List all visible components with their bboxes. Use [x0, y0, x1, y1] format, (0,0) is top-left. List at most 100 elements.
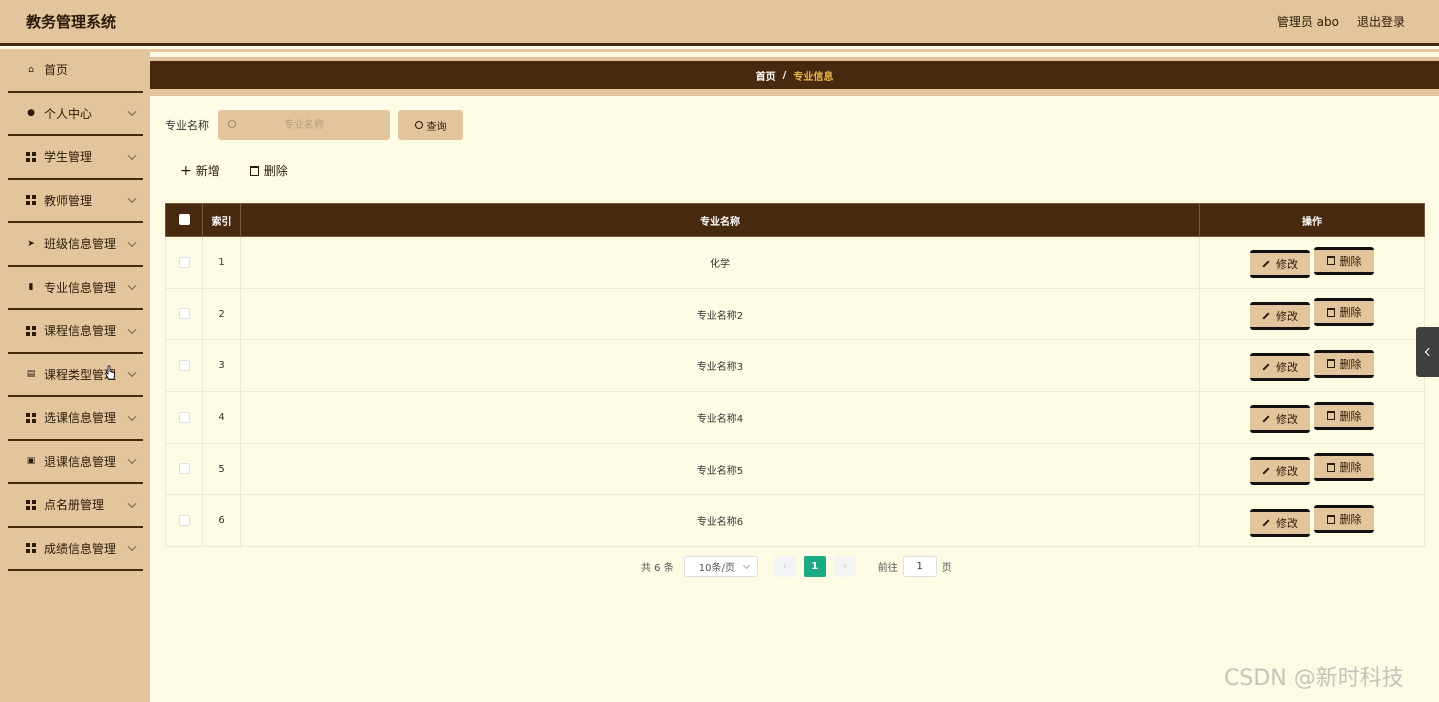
grid-icon	[26, 195, 36, 206]
bulk-delete-button[interactable]: 删除	[249, 162, 288, 179]
chevron-down-icon	[742, 561, 750, 570]
grid-icon	[26, 151, 36, 162]
delete-button[interactable]: 删除	[1314, 401, 1374, 430]
row-checkbox[interactable]	[178, 411, 190, 423]
grid-icon	[26, 543, 36, 554]
edit-button[interactable]: 修改	[1250, 405, 1310, 434]
edit-button[interactable]: 修改	[1250, 250, 1310, 279]
logout-link[interactable]: 退出登录	[1357, 13, 1405, 30]
breadcrumb-underline	[150, 89, 1439, 96]
delete-button[interactable]: 删除	[1314, 349, 1374, 378]
sidebar-item-class-info[interactable]: ➤ 班级信息管理	[8, 223, 143, 267]
row-checkbox[interactable]	[178, 308, 190, 320]
send-icon: ➤	[27, 238, 35, 249]
sidebar-item-student-management[interactable]: 学生管理	[8, 136, 143, 180]
edit-button-label: 修改	[1276, 464, 1298, 478]
chevron-down-icon	[127, 238, 137, 247]
user-icon: ●	[27, 108, 35, 119]
trash-icon	[1326, 514, 1335, 524]
select-all-checkbox[interactable]	[178, 214, 190, 226]
row-checkbox[interactable]	[178, 359, 190, 371]
table-row: 2 专业名称2 修改 删除	[165, 287, 1425, 341]
delete-button-label: 删除	[1339, 306, 1362, 320]
sidebar-item-course-type[interactable]: ▤ 课程类型管理	[8, 354, 143, 397]
next-page-button[interactable]: ›	[833, 556, 856, 577]
header-user-area: 管理员 abo 退出登录	[1277, 13, 1405, 30]
ticket-icon: ▮	[28, 282, 34, 293]
row-select-cell	[165, 494, 203, 548]
sidebar-item-label: 专业信息管理	[44, 280, 117, 295]
grid-icon	[26, 325, 36, 336]
page-size-select[interactable]: 10条/页	[683, 556, 758, 577]
table-row: 5 专业名称5 修改 删除	[165, 442, 1425, 496]
sidebar: ⌂ 首页 ● 个人中心 学生管理 教师管理 ➤ 班级信息管理 ▮ 专业信息管理 …	[0, 49, 150, 702]
column-header-actions: 操作	[1199, 203, 1425, 237]
edit-button[interactable]: 修改	[1250, 508, 1310, 537]
search-input[interactable]	[218, 110, 390, 140]
app-title: 教务管理系统	[26, 13, 117, 31]
sidebar-item-label: 点名册管理	[44, 498, 105, 513]
prev-page-button[interactable]: ‹	[773, 556, 796, 577]
row-checkbox[interactable]	[178, 256, 190, 268]
delete-button-label: 删除	[1339, 513, 1362, 527]
row-checkbox[interactable]	[178, 515, 190, 527]
breadcrumb: 首页 / 专业信息	[150, 61, 1439, 89]
row-major-name: 专业名称4	[240, 391, 1200, 444]
sidebar-item-teacher-management[interactable]: 教师管理	[8, 180, 143, 223]
delete-button[interactable]: 删除	[1314, 453, 1374, 482]
pencil-icon	[1262, 363, 1270, 372]
sidebar-item-course-selection[interactable]: 选课信息管理	[8, 397, 143, 441]
sidebar-item-roll-call[interactable]: 点名册管理	[8, 484, 143, 528]
breadcrumb-current: 专业信息	[793, 71, 834, 83]
collapse-panel-toggle[interactable]	[1416, 327, 1439, 377]
chevron-down-icon	[127, 107, 137, 117]
row-index: 6	[202, 494, 241, 548]
trash-icon	[249, 165, 259, 176]
row-index: 4	[202, 391, 241, 444]
pointer-cursor-icon	[105, 365, 115, 380]
row-major-name: 化学	[240, 236, 1200, 289]
major-table: 索引 专业名称 操作 1 化学 修改 删除 2 专业名称2 修改 删除 3 专业名称3 修改 删除 4 专…	[165, 203, 1425, 548]
page-number-current[interactable]: 1	[803, 556, 826, 577]
chevron-down-icon	[127, 281, 137, 291]
query-button[interactable]: 查询	[398, 110, 463, 140]
grid-icon	[26, 499, 36, 510]
row-checkbox[interactable]	[178, 463, 190, 475]
sidebar-item-major-info[interactable]: ▮ 专业信息管理	[8, 267, 143, 310]
delete-button[interactable]: 删除	[1314, 298, 1374, 327]
edit-button[interactable]: 修改	[1250, 353, 1310, 382]
add-button[interactable]: + 新增	[180, 162, 220, 179]
sidebar-item-course-info[interactable]: 课程信息管理	[8, 310, 143, 354]
row-actions: 修改 删除	[1199, 287, 1425, 341]
chevron-left-icon	[1424, 347, 1434, 357]
trash-icon	[1326, 411, 1335, 421]
sidebar-item-home[interactable]: ⌂ 首页	[8, 49, 143, 93]
edit-button[interactable]: 修改	[1250, 456, 1310, 485]
goto-suffix: 页	[941, 563, 952, 574]
sidebar-item-grades[interactable]: 成绩信息管理	[8, 528, 143, 571]
bulk-delete-label: 删除	[263, 164, 288, 178]
sidebar-item-course-drop[interactable]: ▣ 退课信息管理	[8, 441, 143, 484]
grid-icon	[26, 412, 36, 423]
pencil-icon	[1262, 467, 1270, 475]
row-select-cell	[165, 287, 203, 341]
goto-page-input[interactable]	[902, 556, 937, 577]
table-row: 1 化学 修改 删除	[165, 236, 1425, 289]
sidebar-item-personal-center[interactable]: ● 个人中心	[8, 93, 143, 136]
pencil-icon	[1262, 415, 1270, 423]
column-header-index: 索引	[202, 203, 241, 237]
sidebar-item-label: 成绩信息管理	[44, 541, 117, 556]
current-user-label[interactable]: 管理员 abo	[1277, 13, 1339, 30]
breadcrumb-home[interactable]: 首页	[756, 68, 776, 83]
delete-button[interactable]: 删除	[1314, 505, 1374, 534]
table-header-row: 索引 专业名称 操作	[165, 203, 1425, 237]
row-actions: 修改 删除	[1199, 339, 1425, 393]
delete-button[interactable]: 删除	[1314, 246, 1374, 275]
chevron-left-icon: ‹	[782, 561, 787, 572]
row-actions: 修改 删除	[1199, 391, 1425, 444]
sidebar-item-label: 选课信息管理	[44, 411, 117, 426]
search-row: 专业名称 查询	[165, 110, 463, 140]
top-header: 教务管理系统 管理员 abo 退出登录	[0, 0, 1439, 46]
edit-button[interactable]: 修改	[1250, 301, 1310, 330]
document-icon: ▤	[26, 369, 36, 380]
